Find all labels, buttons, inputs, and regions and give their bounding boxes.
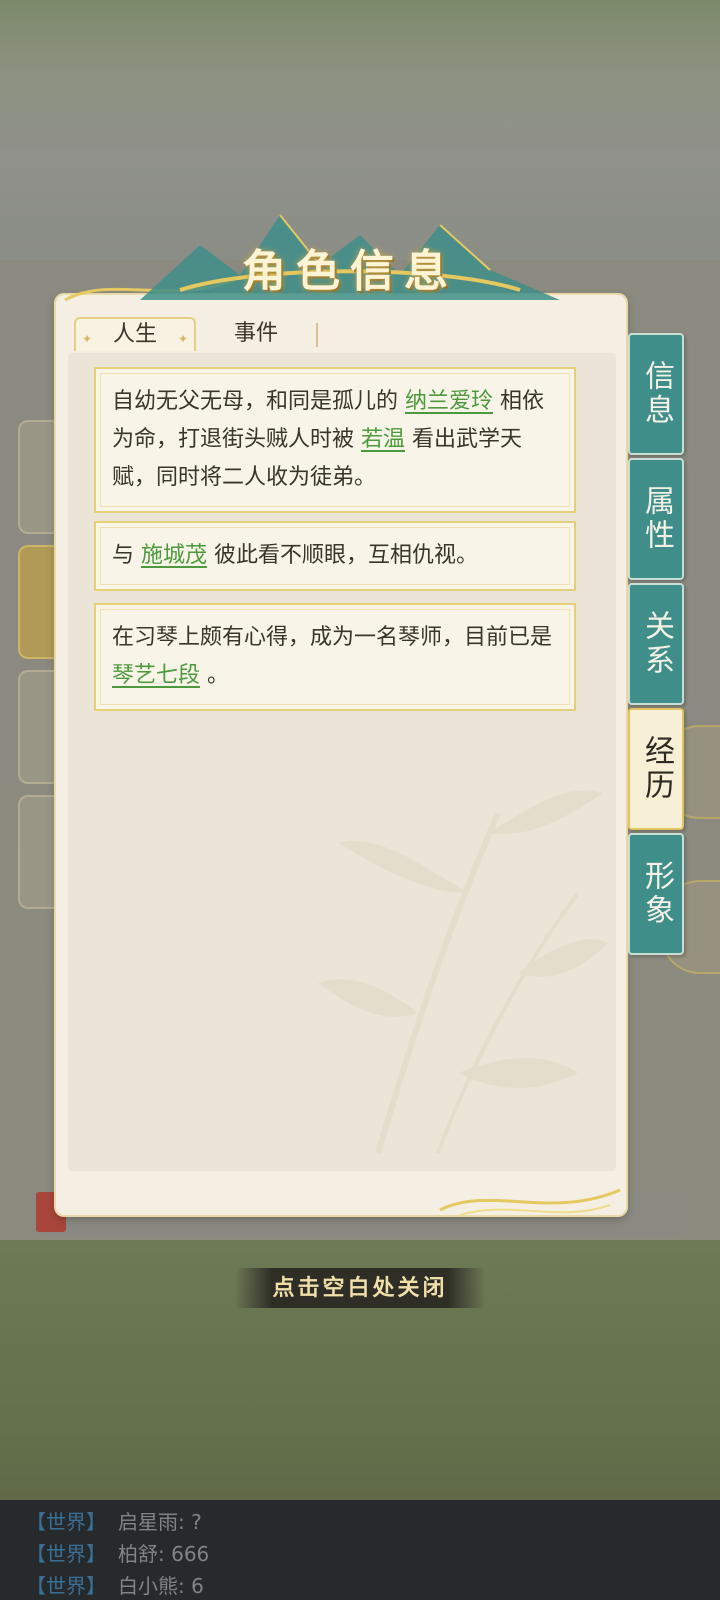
card-text: 在习琴上颇有心得，成为一名琴师，目前已是: [112, 625, 553, 650]
dialog-tabs: ✦ 人生 ✦ 事件: [74, 317, 318, 351]
side-tab-attributes[interactable]: 属性: [628, 458, 684, 580]
life-event-card: 自幼无父无母，和同是孤儿的 纳兰爱玲 相依为命，打退街头贼人时被 若温 看出武学…: [94, 367, 576, 513]
dialog-title-banner: 角色信息: [140, 205, 560, 300]
bamboo-watermark-icon: [318, 790, 608, 1154]
chat-text: 启星雨: ?: [118, 1510, 202, 1534]
side-tab-label: 经历: [639, 735, 674, 803]
chat-message: 【世界】 启星雨: ?: [26, 1506, 202, 1535]
side-tab-appearance[interactable]: 形象: [628, 833, 684, 955]
side-tab-label: 关系: [639, 610, 674, 678]
tab-events[interactable]: 事件: [196, 317, 318, 351]
side-tab-relations[interactable]: 关系: [628, 583, 684, 705]
side-tab-experience[interactable]: 经历: [628, 708, 684, 830]
tab-life[interactable]: ✦ 人生 ✦: [74, 317, 196, 351]
side-tab-info[interactable]: 信息: [628, 333, 684, 455]
side-tab-label: 属性: [639, 485, 674, 553]
skill-link[interactable]: 琴艺七段: [112, 663, 200, 688]
character-link[interactable]: 施城茂: [141, 543, 207, 568]
character-info-dialog: ✦ 人生 ✦ 事件 自幼无父无母，和同是孤儿的 纳兰爱玲 相依为命，打退街头贼人…: [56, 295, 626, 1215]
life-event-card: 与 施城茂 彼此看不顺眼，互相仇视。: [94, 521, 576, 591]
chat-message: 【世界】 柏舒: 666: [26, 1538, 209, 1567]
character-link[interactable]: 若温: [361, 427, 405, 452]
side-tab-label: 形象: [639, 860, 674, 928]
card-text: 自幼无父无母，和同是孤儿的: [112, 389, 405, 414]
tab-divider: [316, 323, 318, 347]
close-hint[interactable]: 点击空白处关闭: [235, 1268, 485, 1308]
chat-channel: 【世界】: [26, 1510, 106, 1534]
gold-swirl-decoration-icon: [439, 1188, 621, 1216]
chat-text: 柏舒: 666: [118, 1542, 210, 1566]
character-link[interactable]: 纳兰爱玲: [405, 389, 493, 414]
side-tab-label: 信息: [639, 360, 674, 428]
chat-message: 【世界】 白小熊: 6: [26, 1570, 204, 1599]
chat-channel: 【世界】: [26, 1542, 106, 1566]
life-event-card: 在习琴上颇有心得，成为一名琴师，目前已是 琴艺七段 。: [94, 603, 576, 711]
chat-channel: 【世界】: [26, 1574, 106, 1598]
tab-label: 事件: [233, 321, 278, 346]
card-text: 。: [200, 663, 230, 688]
sparkle-icon: ✦: [82, 332, 93, 346]
chat-text: 白小熊: 6: [118, 1574, 204, 1598]
dialog-title: 角色信息: [242, 246, 458, 297]
card-text: 与: [112, 543, 141, 568]
world-chat-panel[interactable]: 【世界】 启星雨: ? 【世界】 柏舒: 666 【世界】 白小熊: 6: [0, 1500, 720, 1600]
tab-label: 人生: [112, 322, 157, 347]
card-text: 彼此看不顺眼，互相仇视。: [207, 543, 479, 568]
sparkle-icon: ✦: [177, 332, 188, 346]
